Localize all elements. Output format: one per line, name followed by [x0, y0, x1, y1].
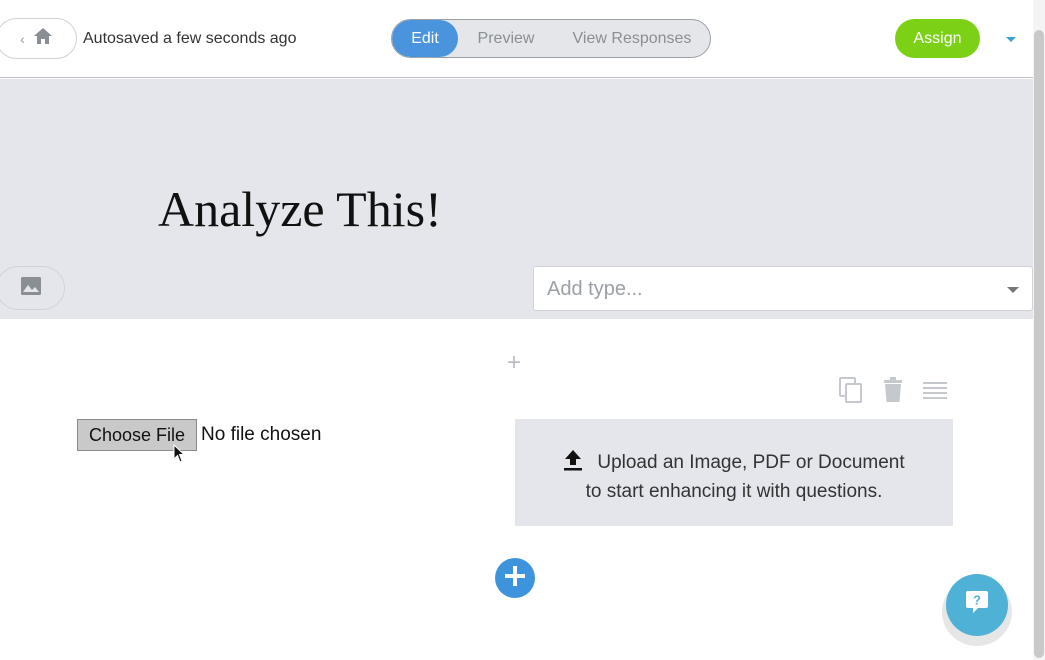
top-bar: ‹ Autosaved a few seconds ago Edit Previ… — [0, 0, 1045, 78]
upload-icon — [563, 449, 583, 477]
tab-view-responses[interactable]: View Responses — [554, 20, 710, 57]
chevron-down-icon — [1007, 287, 1019, 293]
add-type-select[interactable]: Add type... — [533, 266, 1033, 311]
upload-line-1: Upload an Image, PDF or Document — [515, 449, 953, 477]
drag-handle-icon[interactable] — [922, 376, 948, 404]
item-toolbar — [838, 376, 948, 404]
help-chat-icon: ? — [963, 589, 991, 622]
upload-text-2: to start enhancing it with questions. — [585, 481, 883, 502]
upload-text-1: Upload an Image, PDF or Document — [597, 452, 905, 473]
home-icon — [33, 27, 53, 50]
help-chat-button[interactable]: ? — [946, 574, 1008, 636]
back-home-button[interactable]: ‹ — [0, 18, 77, 59]
copy-icon[interactable] — [838, 376, 864, 404]
trash-icon[interactable] — [880, 376, 906, 404]
assign-button[interactable]: Assign — [895, 19, 980, 58]
plus-icon — [504, 565, 526, 592]
svg-text:?: ? — [973, 592, 981, 607]
add-type-placeholder: Add type... — [547, 278, 643, 300]
tab-preview[interactable]: Preview — [458, 20, 554, 57]
chevron-left-icon: ‹ — [20, 30, 25, 47]
header-image-button[interactable] — [0, 266, 65, 310]
assign-options-dropdown-icon[interactable] — [1006, 37, 1016, 42]
mouse-pointer-icon — [173, 443, 187, 469]
upload-dropzone[interactable]: Upload an Image, PDF or Document to star… — [515, 419, 953, 526]
add-item-button[interactable] — [495, 558, 535, 598]
activity-header: Analyze This! Add type... — [0, 79, 1033, 319]
tab-edit[interactable]: Edit — [392, 20, 458, 57]
activity-title[interactable]: Analyze This! — [158, 180, 442, 238]
insert-above-plus-icon[interactable]: + — [507, 351, 521, 375]
autosave-status: Autosaved a few seconds ago — [83, 30, 297, 47]
image-icon — [20, 276, 42, 301]
file-status-text: No file chosen — [201, 424, 322, 445]
view-mode-tabs: Edit Preview View Responses — [391, 19, 711, 58]
scrollbar-thumb[interactable] — [1034, 30, 1044, 658]
